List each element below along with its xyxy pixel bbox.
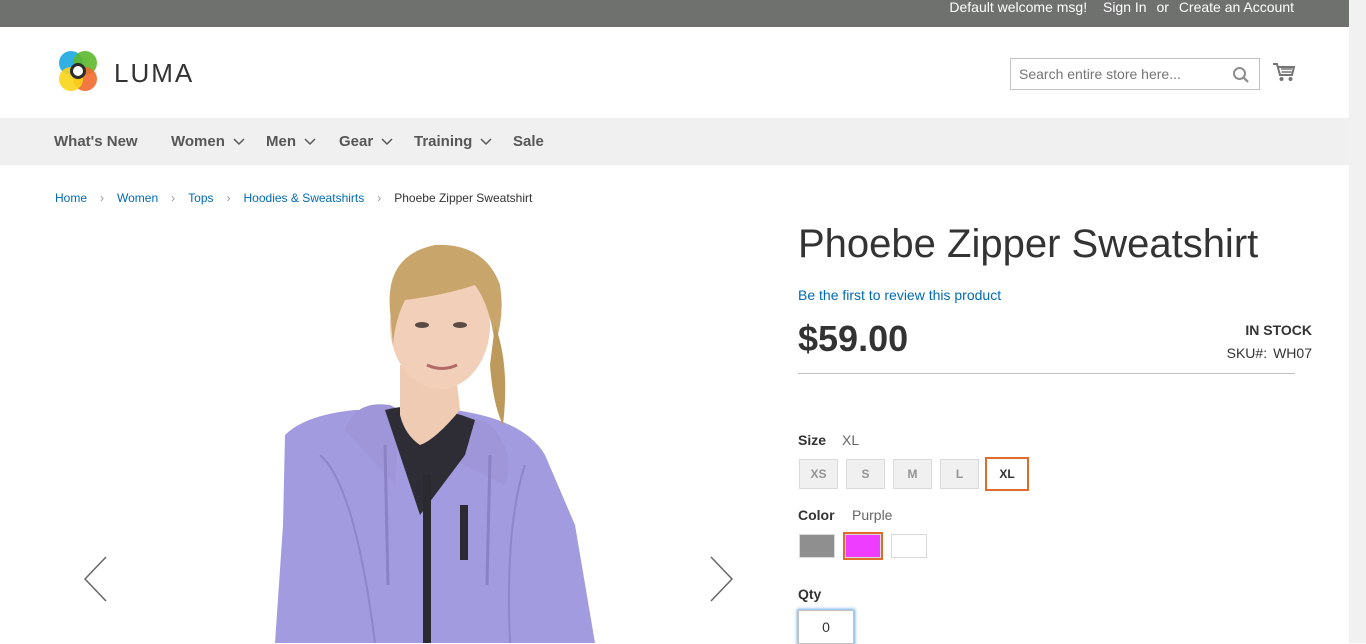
logo-text[interactable]: LUMA (114, 58, 194, 89)
search-input[interactable] (1011, 59, 1221, 89)
size-selected-value: XL (842, 432, 860, 448)
nav-whats-new[interactable]: What's New (54, 133, 138, 150)
size-swatch-xl[interactable]: XL (985, 457, 1029, 491)
color-swatch-purple[interactable] (843, 532, 883, 560)
chevron-down-icon (233, 137, 245, 145)
main-nav: What's New Women Men Gear Training Sale (0, 118, 1349, 165)
chevron-down-icon (480, 137, 492, 145)
create-account-link[interactable]: Create an Account (1179, 0, 1294, 15)
luma-logo-icon[interactable] (55, 49, 101, 95)
size-swatch-s[interactable]: S (846, 459, 885, 489)
chevron-down-icon (381, 137, 393, 145)
nav-sale[interactable]: Sale (513, 133, 544, 150)
color-label: Color (798, 507, 835, 523)
sku-value: WH07 (1273, 345, 1312, 361)
nav-label: What's New (54, 133, 138, 150)
top-bar: Default welcome msg! Sign In or Create a… (0, 0, 1349, 27)
product-image[interactable] (55, 225, 755, 643)
breadcrumb: Home › Women › Tops › Hoodies & Sweatshi… (55, 191, 532, 205)
nav-label: Training (414, 133, 473, 150)
nav-women[interactable]: Women (171, 133, 245, 150)
chevron-right-icon: › (226, 191, 231, 205)
breadcrumb-tops[interactable]: Tops (188, 191, 213, 205)
sign-in-link[interactable]: Sign In (1103, 0, 1147, 15)
nav-label: Gear (339, 133, 374, 150)
chevron-right-icon: › (377, 191, 382, 205)
size-label: Size (798, 432, 827, 448)
or-text: or (1156, 0, 1169, 15)
gallery-prev-arrow-icon[interactable] (82, 555, 110, 603)
header: LUMA (0, 27, 1349, 118)
chevron-right-icon: › (100, 191, 105, 205)
review-link[interactable]: Be the first to review this product (798, 287, 1001, 303)
scrollbar[interactable] (1349, 0, 1366, 643)
color-swatch-white[interactable] (891, 534, 927, 558)
product-price: $59.00 (798, 318, 909, 359)
gallery-next-arrow-icon[interactable] (707, 555, 735, 603)
sku-label: SKU#: (1226, 345, 1268, 361)
breadcrumb-current: Phoebe Zipper Sweatshirt (394, 191, 533, 205)
chevron-right-icon: › (171, 191, 176, 205)
qty-input[interactable] (798, 610, 854, 644)
nav-label: Women (171, 133, 225, 150)
chevron-down-icon (304, 137, 316, 145)
divider (798, 373, 1295, 374)
nav-label: Men (266, 133, 296, 150)
welcome-message: Default welcome msg! (949, 0, 1088, 15)
breadcrumb-home[interactable]: Home (55, 191, 87, 205)
search-icon[interactable] (1232, 66, 1250, 84)
sku-info: SKU#: WH07 (1227, 345, 1312, 361)
color-swatch-gray[interactable] (799, 534, 835, 558)
header-links: Default welcome msg! Sign In or Create a… (943, 0, 1294, 14)
stock-status: IN STOCK (1245, 322, 1312, 338)
nav-label: Sale (513, 133, 544, 150)
product-gallery (55, 225, 755, 643)
product-title: Phoebe Zipper Sweatshirt (798, 222, 1259, 266)
size-swatch-xs[interactable]: XS (799, 459, 838, 489)
search-box (1010, 58, 1260, 90)
size-swatch-m[interactable]: M (893, 459, 932, 489)
qty-label: Qty (798, 586, 822, 602)
color-selected-value: Purple (852, 507, 893, 523)
cart-icon[interactable] (1272, 60, 1296, 84)
nav-gear[interactable]: Gear (339, 133, 393, 150)
breadcrumb-hoodies[interactable]: Hoodies & Sweatshirts (244, 191, 365, 205)
nav-training[interactable]: Training (414, 133, 492, 150)
nav-men[interactable]: Men (266, 133, 316, 150)
size-swatch-l[interactable]: L (940, 459, 979, 489)
breadcrumb-women[interactable]: Women (117, 191, 158, 205)
